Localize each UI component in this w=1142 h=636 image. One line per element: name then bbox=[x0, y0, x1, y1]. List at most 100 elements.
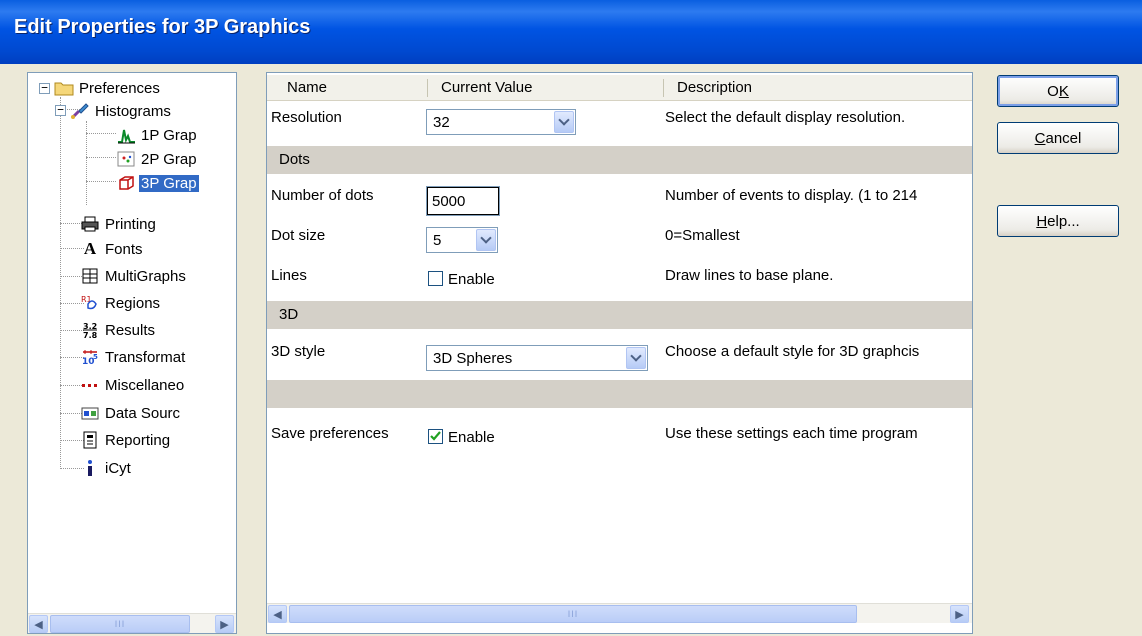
property-description: Select the default display resolution. bbox=[665, 109, 906, 126]
tree-item-regions[interactable]: R1 Regions bbox=[80, 291, 162, 315]
brush-icon bbox=[70, 102, 90, 120]
scroll-thumb[interactable]: III bbox=[50, 615, 190, 633]
scroll-thumb[interactable]: III bbox=[289, 605, 857, 623]
tree-item-data-sources[interactable]: Data Sourc bbox=[80, 401, 182, 425]
font-a-icon: A bbox=[83, 239, 97, 258]
3d-style-select[interactable]: 3D Spheres bbox=[426, 345, 648, 371]
tree-item-label: 1P Grap bbox=[141, 126, 197, 144]
results-icon: 3.2 7.8 bbox=[80, 321, 100, 339]
3d-style-value: 3D Spheres bbox=[433, 350, 513, 367]
preferences-tree: − Preferences − Histograms 1P Grap 2P Gr… bbox=[27, 72, 237, 634]
section-label: 3D bbox=[279, 306, 299, 323]
tree-item-label: Fonts bbox=[105, 240, 143, 258]
property-name: Lines bbox=[271, 267, 307, 284]
scroll-left-button[interactable]: ◀ bbox=[29, 615, 48, 633]
tree-item-label: iCyt bbox=[105, 459, 131, 477]
tree-item-label: Printing bbox=[105, 215, 156, 233]
number-of-dots-input[interactable]: 5000 bbox=[426, 186, 500, 216]
histogram-2p-icon bbox=[116, 150, 136, 168]
dots-icon bbox=[80, 376, 100, 394]
tree-item-label: MultiGraphs bbox=[105, 267, 186, 285]
column-header-current-value[interactable]: Current Value bbox=[431, 75, 532, 101]
tree-item-printing[interactable]: Printing bbox=[80, 212, 158, 236]
help-button[interactable]: Help... bbox=[997, 205, 1119, 237]
property-name: Number of dots bbox=[271, 187, 374, 204]
cancel-button[interactable]: Cancel bbox=[997, 122, 1119, 154]
section-dots: Dots bbox=[267, 146, 972, 174]
tree-item-3p-graph[interactable]: 3P Grap bbox=[116, 171, 199, 195]
grid-icon bbox=[80, 267, 100, 285]
collapse-histograms-toggle[interactable]: − bbox=[55, 104, 66, 116]
tree-item-icyt[interactable]: iCyt bbox=[80, 456, 133, 480]
window-title: Edit Properties for 3P Graphics bbox=[14, 16, 311, 38]
report-icon bbox=[80, 431, 100, 449]
section-blank bbox=[267, 380, 972, 408]
column-header-name[interactable]: Name bbox=[277, 75, 327, 101]
property-description: Use these settings each time program bbox=[665, 425, 918, 442]
chevron-down-icon[interactable] bbox=[476, 229, 496, 251]
tree-item-label: Transformat bbox=[105, 348, 186, 366]
histogram-1p-icon bbox=[116, 126, 136, 144]
cube-3p-icon bbox=[116, 174, 136, 192]
property-grid: Name Current Value Description Resolutio… bbox=[266, 72, 973, 634]
checkbox-label[interactable]: Enable bbox=[448, 271, 495, 288]
grid-horizontal-scrollbar[interactable]: ◀ III ▶ bbox=[267, 603, 972, 623]
property-name: Save preferences bbox=[271, 425, 389, 442]
svg-text:7.8: 7.8 bbox=[83, 331, 98, 339]
scroll-left-button[interactable]: ◀ bbox=[268, 605, 287, 623]
info-icon bbox=[80, 459, 100, 477]
tree-item-histograms[interactable]: Histograms bbox=[70, 99, 173, 123]
printer-icon bbox=[80, 215, 100, 233]
tree-horizontal-scrollbar[interactable]: ◀ III ▶ bbox=[28, 613, 236, 633]
checkbox-label[interactable]: Enable bbox=[448, 429, 495, 446]
checkmark-icon bbox=[430, 431, 441, 441]
scroll-right-button[interactable]: ▶ bbox=[215, 615, 234, 633]
data-source-icon bbox=[80, 404, 100, 422]
title-bar: Edit Properties for 3P Graphics bbox=[0, 0, 1142, 64]
chevron-down-icon[interactable] bbox=[626, 347, 646, 369]
property-name: Dot size bbox=[271, 227, 326, 244]
tree-item-label: Miscellaneo bbox=[105, 376, 185, 394]
property-name: Resolution bbox=[271, 109, 342, 126]
property-name: 3D style bbox=[271, 343, 326, 360]
tree-item-label: Reporting bbox=[105, 431, 171, 449]
dot-size-value: 5 bbox=[433, 232, 442, 249]
property-description: 0=Smallest bbox=[665, 227, 740, 244]
tree-item-label: Results bbox=[105, 321, 156, 339]
dot-size-select[interactable]: 5 bbox=[426, 227, 498, 253]
resolution-select[interactable]: 32 bbox=[426, 109, 576, 135]
section-3d: 3D bbox=[267, 301, 972, 329]
tree-item-label: Histograms bbox=[95, 102, 171, 120]
tree-item-fonts[interactable]: A Fonts bbox=[80, 237, 145, 261]
tree-item-preferences[interactable]: Preferences bbox=[54, 76, 162, 100]
tree-item-label: Data Sourc bbox=[105, 404, 181, 422]
tree-item-results[interactable]: 3.2 7.8 Results bbox=[80, 318, 157, 342]
save-preferences-checkbox[interactable] bbox=[428, 429, 443, 444]
tree-item-2p-graph[interactable]: 2P Grap bbox=[116, 147, 199, 171]
tree-item-transformations[interactable]: 10 5 Transformat bbox=[80, 345, 187, 369]
property-description: Number of events to display. (1 to 214 bbox=[665, 187, 918, 204]
column-header-description[interactable]: Description bbox=[667, 75, 752, 101]
grid-header: Name Current Value Description bbox=[267, 75, 972, 101]
regions-icon: R1 bbox=[80, 294, 100, 312]
resolution-value: 32 bbox=[433, 114, 450, 131]
property-description: Draw lines to base plane. bbox=[665, 267, 834, 284]
tree-item-label: 2P Grap bbox=[141, 150, 197, 168]
tree-item-miscellaneous[interactable]: Miscellaneo bbox=[80, 373, 186, 397]
svg-text:5: 5 bbox=[93, 353, 98, 361]
tree-item-label: 3P Grap bbox=[139, 174, 199, 192]
transform-icon: 10 5 bbox=[80, 348, 100, 366]
chevron-down-icon[interactable] bbox=[554, 111, 574, 133]
tree-item-label: Preferences bbox=[79, 79, 160, 97]
tree-item-1p-graph[interactable]: 1P Grap bbox=[116, 123, 199, 147]
ok-button[interactable]: OK bbox=[997, 75, 1119, 107]
tree-item-label: Regions bbox=[105, 294, 161, 312]
tree-item-multigraphs[interactable]: MultiGraphs bbox=[80, 264, 188, 288]
property-description: Choose a default style for 3D graphcis bbox=[665, 343, 920, 360]
section-label: Dots bbox=[279, 151, 310, 168]
folder-icon bbox=[54, 79, 74, 97]
scroll-right-button[interactable]: ▶ bbox=[950, 605, 969, 623]
tree-item-reporting[interactable]: Reporting bbox=[80, 428, 172, 452]
lines-enable-checkbox[interactable] bbox=[428, 271, 443, 286]
collapse-root-toggle[interactable]: − bbox=[39, 82, 50, 94]
